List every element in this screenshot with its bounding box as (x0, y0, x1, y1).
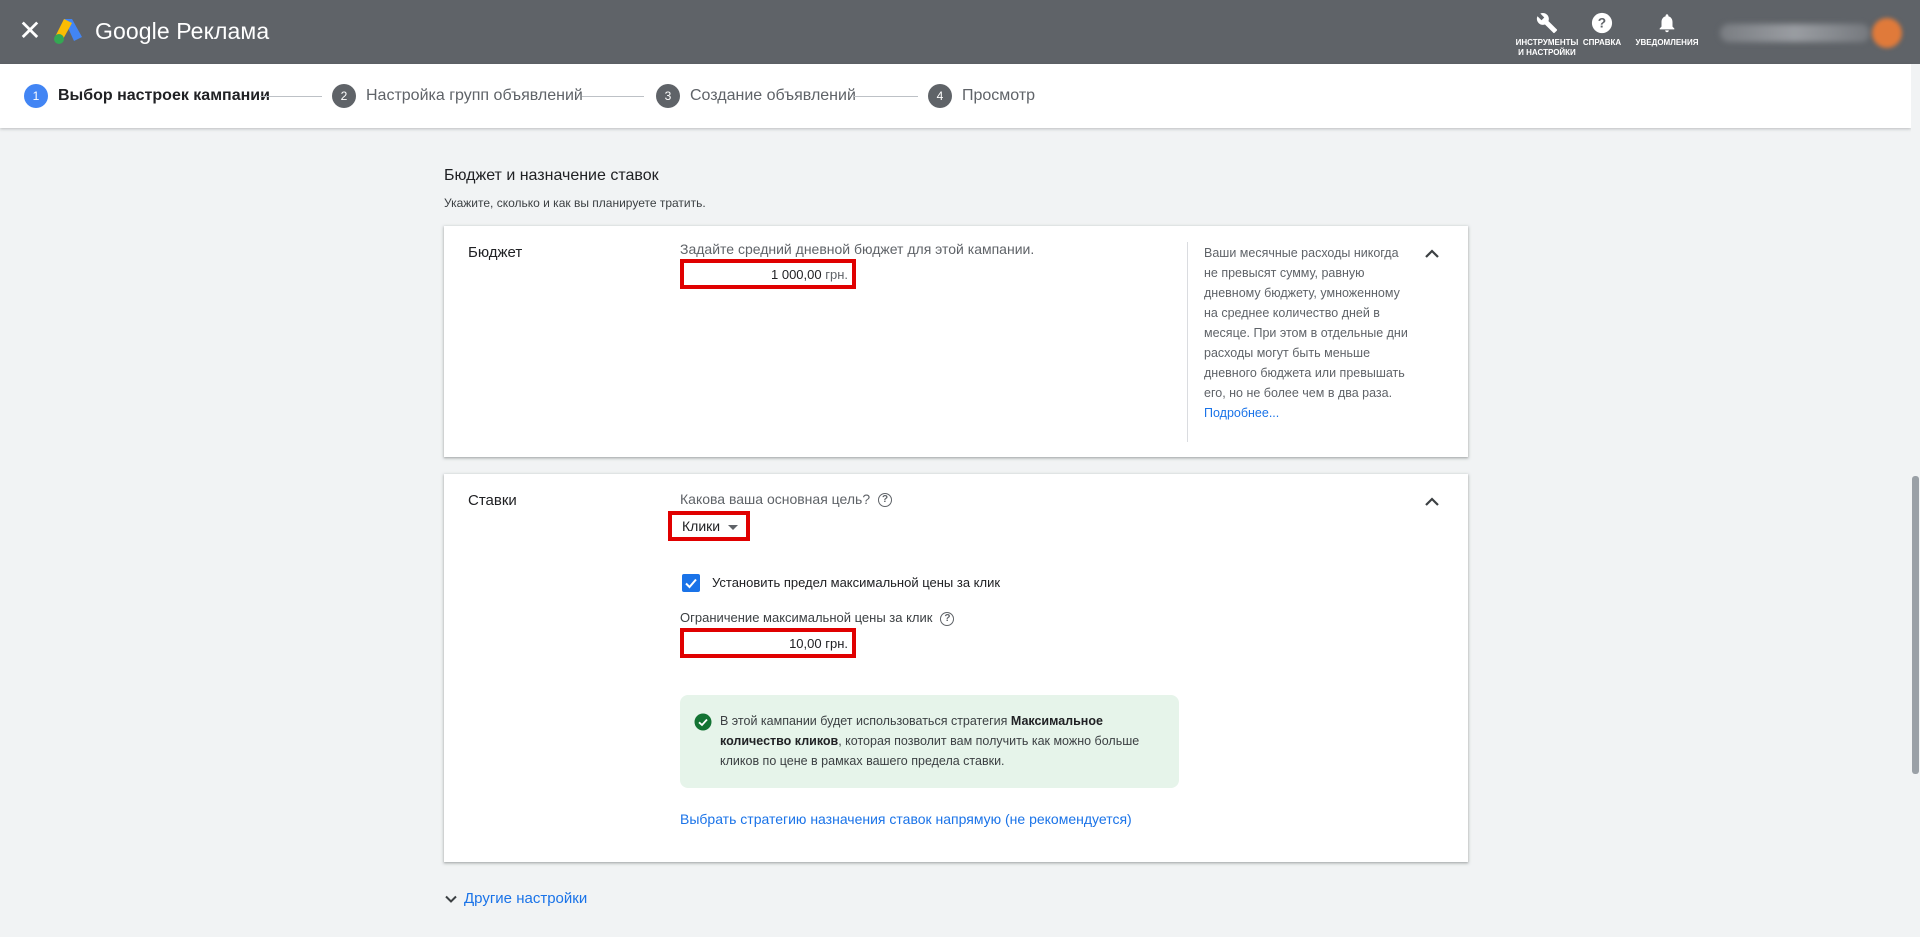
other-settings-label: Другие настройки (464, 890, 588, 907)
step-number: 2 (332, 84, 356, 108)
chevron-up-icon[interactable] (1422, 244, 1442, 264)
campaign-stepper: 1 Выбор настроек кампании 2 Настройка гр… (0, 64, 1911, 128)
step-label: Просмотр (962, 87, 1036, 104)
daily-budget-value: 1 000,00 (771, 267, 822, 282)
dropdown-arrow-icon (728, 524, 739, 530)
section-subtitle: Укажите, сколько и как вы планируете тра… (444, 196, 706, 210)
top-app-bar: ✕ Google Реклама ИНСТРУМЕНТЫ И НАСТРОЙКИ… (0, 0, 1920, 64)
notifications-label: УВЕДОМЛЕНИЯ (1635, 38, 1699, 47)
max-cpc-label: Ограничение максимальной цены за клик (680, 610, 933, 625)
tools-and-settings-button[interactable]: ИНСТРУМЕНТЫ И НАСТРОЙКИ (1512, 12, 1582, 58)
budget-hint: Задайте средний дневной бюджет для этой … (680, 241, 1035, 257)
goal-question: Какова ваша основная цель? (680, 491, 871, 507)
currency-label: грн. (825, 267, 848, 282)
budget-side-note: Ваши месячные расходы никогда не превыся… (1204, 243, 1414, 423)
learn-more-link[interactable]: Подробнее... (1204, 406, 1279, 420)
goal-select-value: Клики (682, 518, 721, 534)
daily-budget-input[interactable]: 1 000,00 грн. (680, 259, 856, 289)
step-1[interactable]: 1 Выбор настроек кампании (24, 84, 270, 108)
account-info-blurred[interactable] (1720, 24, 1870, 42)
other-settings-toggle[interactable]: Другие настройки (444, 890, 587, 907)
step-2[interactable]: 2 Настройка групп объявлений (332, 84, 583, 108)
currency-label: грн. (825, 636, 848, 651)
wrench-icon (1536, 13, 1558, 34)
budget-label: Бюджет (468, 244, 523, 261)
svg-text:?: ? (1598, 16, 1606, 31)
check-circle-icon (694, 713, 712, 731)
step-number: 3 (656, 84, 680, 108)
checkmark-icon (685, 578, 697, 589)
step-connector (260, 96, 322, 97)
max-cpc-limit-checkbox[interactable] (682, 574, 700, 592)
step-label: Выбор настроек кампании (58, 87, 270, 104)
help-button[interactable]: ? СПРАВКА (1578, 12, 1626, 48)
budget-note-text: Ваши месячные расходы никогда не превыся… (1204, 246, 1408, 400)
step-connector (582, 96, 644, 97)
help-label: СПРАВКА (1582, 38, 1622, 47)
help-icon[interactable]: ? (878, 493, 893, 508)
max-cpc-input[interactable]: 10,00 грн. (680, 628, 856, 658)
budget-card: Бюджет Задайте средний дневной бюджет дл… (444, 226, 1468, 457)
goal-question-row: Какова ваша основная цель?? (680, 491, 893, 508)
step-number: 4 (928, 84, 952, 108)
step-number: 1 (24, 84, 48, 108)
google-ads-logo (54, 19, 82, 44)
help-icon[interactable]: ? (940, 611, 955, 626)
section-title: Бюджет и назначение ставок (444, 167, 659, 184)
divider (1187, 242, 1188, 442)
chevron-up-icon[interactable] (1422, 492, 1442, 512)
goal-select[interactable]: Клики (668, 511, 750, 541)
max-cpc-value: 10,00 (789, 636, 822, 651)
choose-strategy-link[interactable]: Выбрать стратегию назначения ставок напр… (680, 811, 1132, 827)
info-prefix: В этой кампании будет использоваться стр… (720, 714, 1011, 728)
close-icon[interactable]: ✕ (14, 16, 46, 48)
strategy-info-text: В этой кампании будет использоваться стр… (720, 711, 1160, 771)
page-scrollbar-thumb[interactable] (1912, 476, 1919, 774)
tools-label: ИНСТРУМЕНТЫ И НАСТРОЙКИ (1515, 38, 1579, 57)
bids-card: Ставки Какова ваша основная цель?? Клики… (444, 474, 1468, 862)
max-cpc-limit-label[interactable]: Установить предел максимальной цены за к… (712, 575, 1000, 590)
step-connector (854, 96, 918, 97)
step-4[interactable]: 4 Просмотр (928, 84, 1035, 108)
chevron-down-icon (445, 895, 457, 903)
bell-icon (1659, 14, 1675, 33)
step-label: Настройка групп объявлений (366, 87, 583, 104)
help-circle-icon: ? (1591, 12, 1613, 34)
notifications-button[interactable]: УВЕДОМЛЕНИЯ (1632, 12, 1702, 48)
brand-title: Google Реклама (95, 18, 270, 44)
strategy-info-box: В этой кампании будет использоваться стр… (680, 695, 1179, 788)
avatar[interactable] (1872, 18, 1902, 48)
step-3[interactable]: 3 Создание объявлений (656, 84, 856, 108)
step-label: Создание объявлений (690, 87, 856, 104)
max-cpc-label-row: Ограничение максимальной цены за клик? (680, 610, 955, 626)
bids-label: Ставки (468, 492, 517, 509)
